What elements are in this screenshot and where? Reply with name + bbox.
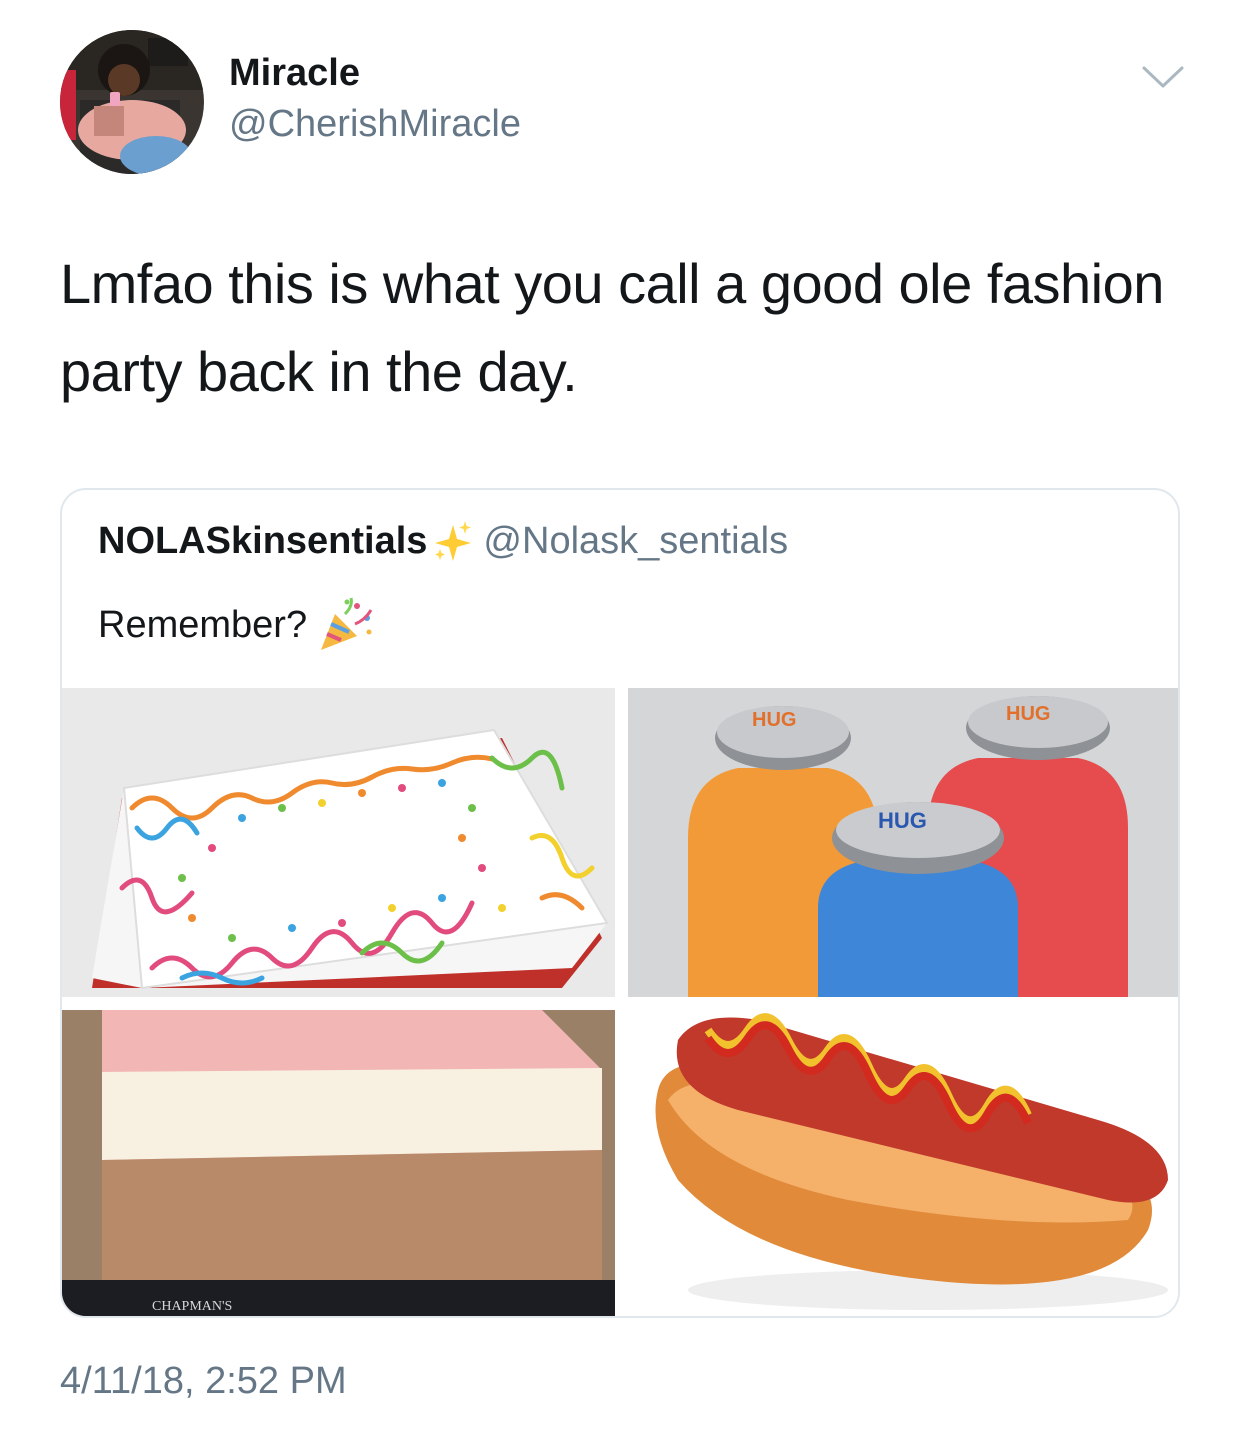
quoted-tweet-text-row: Remember? xyxy=(98,596,375,654)
quoted-tweet-text: Remember? xyxy=(98,603,308,646)
quoted-tweet[interactable]: NOLASkinsentials @Nolask_sentials Rememb… xyxy=(60,488,1180,1318)
sparkles-icon xyxy=(435,521,472,561)
user-handle[interactable]: @CherishMiracle xyxy=(229,101,521,147)
quoted-display-name: NOLASkinsentials xyxy=(98,519,428,562)
tweet-text: Lmfao this is what you call a good ole f… xyxy=(60,252,1164,403)
bottle-cap-label: HUG xyxy=(1006,703,1050,725)
display-name[interactable]: Miracle xyxy=(229,50,360,96)
quoted-tweet-header: NOLASkinsentials @Nolask_sentials xyxy=(98,518,788,564)
quoted-user-handle: @Nolask_sentials xyxy=(483,519,789,562)
sheet-cake-image[interactable] xyxy=(62,688,615,997)
hug-juice-bottles-image[interactable]: HUG HUG HUG xyxy=(628,688,1178,997)
box-label: CHAPMAN'S xyxy=(152,1299,232,1314)
bottle-cap-label: HUG xyxy=(878,808,927,833)
tweet-timestamp[interactable]: 4/11/18, 2:52 PM xyxy=(60,1358,347,1404)
hot-dog-image[interactable] xyxy=(628,1010,1178,1316)
party-popper-icon xyxy=(321,597,373,650)
chevron-down-icon[interactable] xyxy=(1140,56,1186,96)
neapolitan-ice-cream-image[interactable]: CHAPMAN'S xyxy=(62,1010,615,1316)
bottle-cap-label: HUG xyxy=(752,709,796,731)
avatar[interactable] xyxy=(60,30,204,174)
media-grid: HUG HUG HUG CHAPMAN'S xyxy=(62,688,1178,1316)
